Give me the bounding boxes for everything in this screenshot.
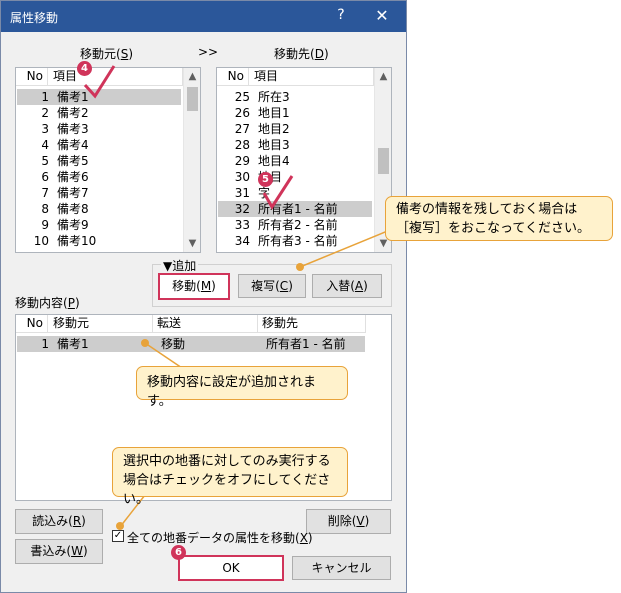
callout-leader [299,229,391,268]
step-badge-4: 4 [77,61,92,76]
callout-dot [141,339,149,347]
added-note-callout: 移動内容に設定が追加されます。 [136,366,348,409]
check-note-line-2: 場合はチェックをオフにしてください。 [123,473,331,507]
callout-dot [296,263,304,271]
copy-note-callout: 備考の情報を残しておく場合は［複写］をおこなってください。 [385,196,613,241]
callout-dot [116,522,124,530]
step-badge-6: 6 [171,545,186,560]
check-note-line-1: 選択中の地番に対してのみ実行する [123,454,331,469]
step-badge-5: 5 [258,172,273,187]
check-note-callout: 選択中の地番に対してのみ実行する 場合はチェックをオフにしてください。 [112,447,348,507]
